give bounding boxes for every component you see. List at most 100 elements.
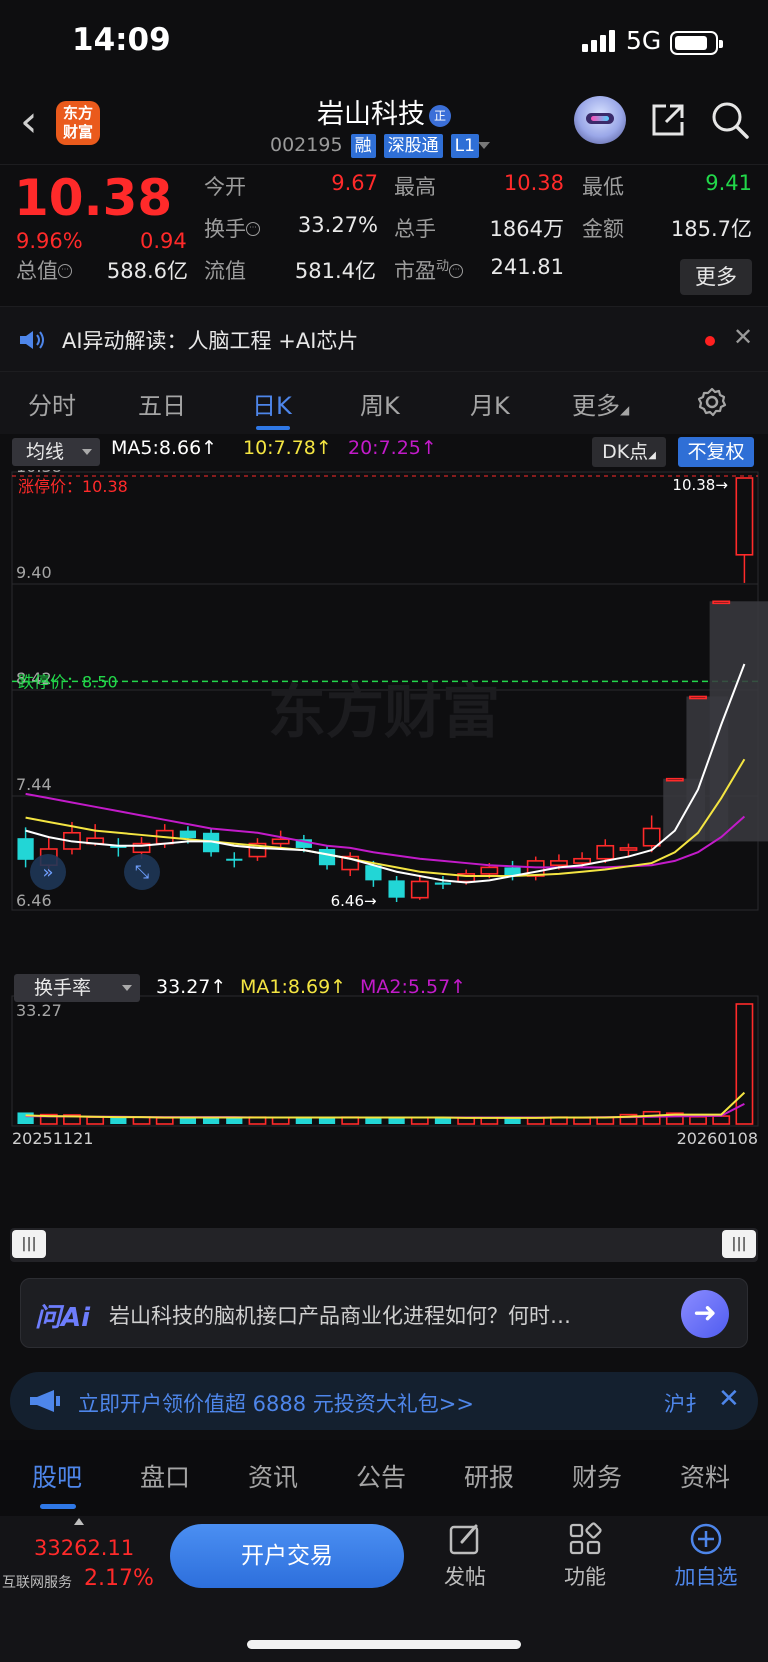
ma10-value: 10:7.78↑ — [243, 437, 332, 459]
date-start-label: 20251121 — [12, 1129, 93, 1148]
search-icon[interactable] — [710, 100, 750, 140]
ma-select[interactable]: 均线 — [12, 438, 100, 466]
turnover-bar — [573, 1117, 592, 1125]
last-price: 10.38 — [14, 169, 173, 227]
open-value: 9.67 — [331, 171, 378, 195]
tab-weekly-k[interactable]: 周K — [360, 386, 400, 421]
range-handle-right[interactable]: ||| — [722, 1230, 756, 1258]
info-icon[interactable]: ··· — [58, 264, 72, 278]
quote-panel: 10.38 9.96% 0.94 今开 9.67 最高 10.38 最低 9.4… — [0, 164, 768, 306]
candle-body — [271, 838, 290, 845]
low-label: 最低 — [582, 175, 624, 199]
turnover-label: 换手 ··· — [204, 213, 260, 243]
sector-index-name: 互联网服务 — [2, 1575, 72, 1591]
stock-code-row[interactable]: 002195 融 深股通 L1 — [270, 134, 479, 158]
gear-icon[interactable] — [696, 386, 728, 418]
tab-daily-k[interactable]: 日K — [252, 386, 292, 421]
tab-announcements[interactable]: 公告 — [356, 1458, 406, 1494]
kline-chart[interactable]: 东方财富 10.389.408.427.446.46涨停价：10.38跌停价：8… — [0, 470, 768, 1210]
pe-value: 241.81 — [490, 255, 564, 279]
status-time: 14:09 — [72, 22, 171, 58]
close-icon[interactable]: ✕ — [733, 323, 753, 351]
adjust-mode-button[interactable]: 不复权 — [678, 437, 754, 467]
tab-five-day[interactable]: 五日 — [138, 386, 186, 421]
status-bar: 14:09 5G — [0, 0, 768, 86]
candle-body — [17, 838, 34, 860]
sector-index-value[interactable]: 33262.11 — [34, 1536, 134, 1560]
expand-glyph: ⤡ — [135, 862, 149, 883]
high-value: 10.38 — [503, 171, 564, 195]
tab-forum[interactable]: 股吧 — [32, 1458, 82, 1494]
ma5-value: MA5:8.66↑ — [111, 437, 218, 459]
tab-profile[interactable]: 资料 — [680, 1458, 730, 1494]
turnover-bar — [388, 1117, 405, 1124]
unread-dot — [705, 336, 715, 346]
y-axis-label: 9.40 — [16, 563, 52, 582]
turnover-bar — [504, 1118, 521, 1124]
turnover-bar — [110, 1117, 127, 1124]
candle-body — [480, 866, 499, 875]
tab-more[interactable]: 更多◢ — [572, 386, 629, 421]
home-indicator — [247, 1640, 521, 1649]
chevron-down-icon[interactable] — [478, 142, 490, 149]
turnover-bar — [689, 1115, 707, 1125]
turnover-select[interactable]: 换手率 — [14, 974, 140, 1002]
tab-research[interactable]: 研报 — [464, 1458, 514, 1494]
functions-button[interactable]: 功能 — [560, 1522, 610, 1591]
stock-name: 岩山科技 — [317, 99, 425, 130]
tag-connect: 深股通 — [383, 134, 443, 158]
change-amount: 0.94 — [140, 229, 187, 253]
low-marker: 6.46→ — [331, 892, 377, 910]
watermark-text: 东方财富 — [268, 678, 500, 746]
ask-ai-question: 岩山科技的脑机接口产品商业化进程如何？何时… — [109, 1304, 571, 1328]
watermark: 东方财富 — [268, 678, 500, 746]
tab-news[interactable]: 资讯 — [248, 1458, 298, 1494]
limit-down-label: 跌停价：8.50 — [18, 672, 118, 691]
add-watchlist-button[interactable]: 加自选 — [670, 1522, 742, 1591]
turnover-value: 33.27% — [297, 213, 378, 237]
arrow-right-icon[interactable]: ➜ — [681, 1290, 729, 1338]
tab-intraday[interactable]: 分时 — [28, 386, 76, 421]
y-axis-label: 10.38 — [16, 470, 62, 476]
candle-body — [410, 880, 429, 899]
stock-code: 002195 — [270, 134, 343, 156]
network-label: 5G — [626, 26, 662, 55]
ai-robot-avatar[interactable] — [574, 96, 626, 144]
range-scrollbar[interactable]: ||| ||| — [10, 1228, 758, 1262]
y-axis-label: 6.46 — [16, 891, 52, 910]
info-icon[interactable]: ··· — [449, 264, 464, 278]
ask-ai-box[interactable]: 问Ai 岩山科技的脑机接口产品商业化进程如何？何时… ➜ — [20, 1278, 748, 1348]
post-button[interactable]: 发帖 — [440, 1522, 490, 1591]
turnover-bar — [226, 1117, 243, 1124]
range-handle-left[interactable]: ||| — [12, 1230, 46, 1258]
chevron-up-icon[interactable] — [74, 1518, 84, 1525]
candle-body — [735, 477, 754, 556]
ai-notice-bar[interactable]: AI异动解读：人脑工程 +AI芯片 ✕ — [0, 306, 768, 372]
content-tabs: 股吧 盘口 资讯 公告 研报 财务 资料 — [0, 1440, 768, 1516]
turnover-bar — [17, 1112, 34, 1124]
date-end-label: 20260108 — [677, 1129, 758, 1148]
turnover-indicator-row: 换手率 33.27↑ MA1:8.69↑ MA2:5.57↑ — [0, 972, 768, 1004]
add-circle-icon — [690, 1523, 722, 1555]
turnover-bars: 33.2720251121 20260108 — [11, 995, 759, 1148]
more-button[interactable]: 更多 — [680, 259, 752, 295]
high-label: 最高 — [394, 175, 436, 199]
turnover-bar — [434, 1117, 452, 1124]
close-icon[interactable]: ✕ — [718, 1384, 740, 1414]
promo-banner[interactable]: 立即开户领价值超 6888 元投资大礼包>> 沪扌 ✕ — [10, 1372, 758, 1430]
share-icon[interactable] — [650, 102, 686, 138]
tab-monthly-k[interactable]: 月K — [470, 386, 510, 421]
low-value: 9.41 — [705, 171, 752, 195]
change-percent: 9.96% — [16, 229, 83, 253]
period-tabs: 分时 五日 日K 周K 月K 更多◢ — [0, 372, 768, 434]
active-tab-indicator — [40, 1504, 76, 1509]
tab-order-book[interactable]: 盘口 — [140, 1458, 190, 1494]
info-icon[interactable]: ··· — [246, 222, 260, 236]
active-tab-indicator — [256, 426, 290, 430]
turnover-bar — [155, 1117, 174, 1125]
open-account-trade-button[interactable]: 开户交易 — [170, 1524, 404, 1588]
candle-body — [318, 849, 336, 866]
tab-finance[interactable]: 财务 — [572, 1458, 622, 1494]
dk-point-button[interactable]: DK点◢ — [592, 437, 666, 467]
turnover-bar — [295, 1117, 312, 1124]
